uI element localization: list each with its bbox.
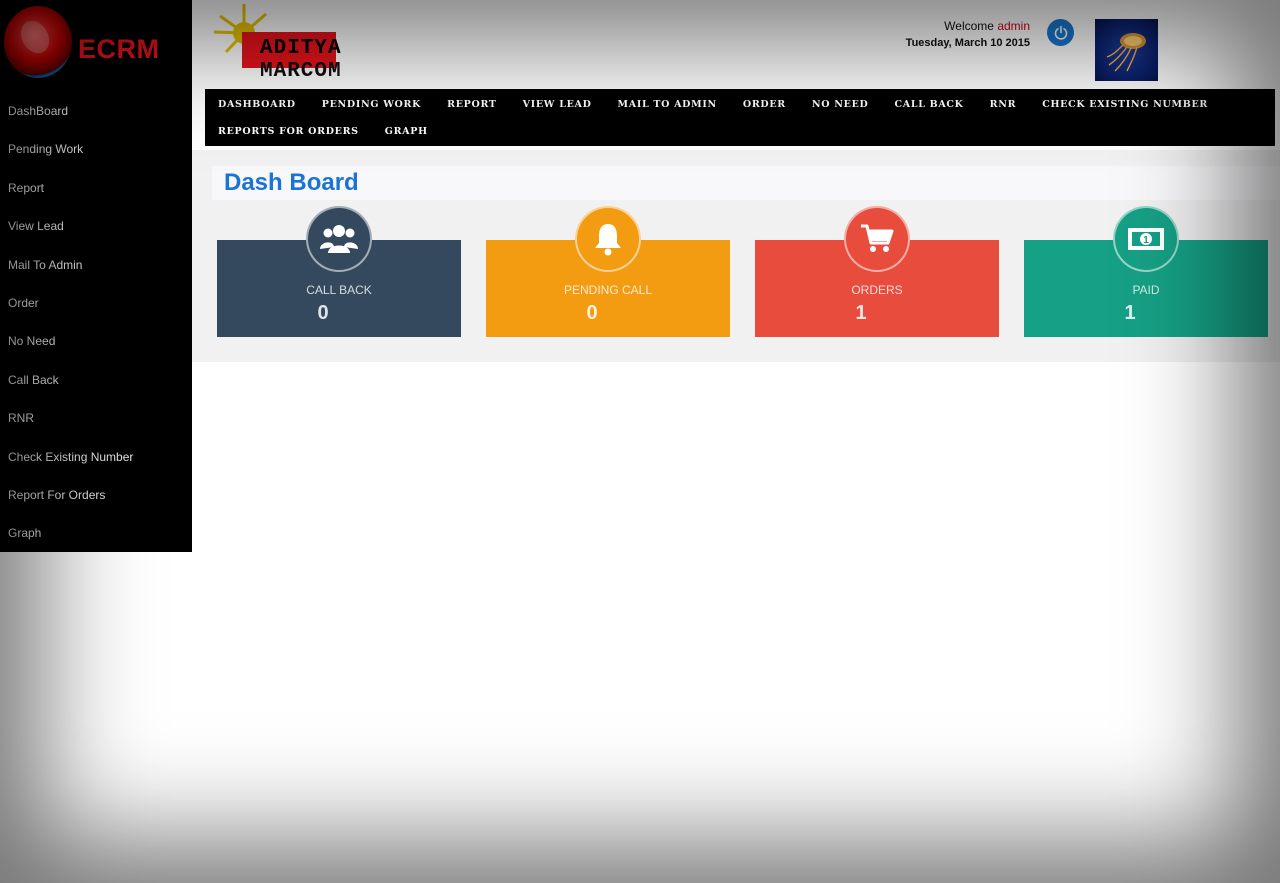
sidebar-item-pending-work[interactable]: Pending Work [0, 130, 192, 168]
logo-disc-icon [4, 6, 72, 78]
sidebar-item-check-existing-number[interactable]: Check Existing Number [0, 438, 192, 476]
ecrm-logo[interactable]: ECRM [0, 0, 192, 90]
sidebar-item-rnr[interactable]: RNR [0, 399, 192, 437]
logout-button[interactable] [1047, 19, 1074, 46]
nav-reports-for-orders[interactable]: REPORTS FOR ORDERS [205, 122, 372, 149]
nav-dashboard[interactable]: DASHBOARD [205, 95, 309, 122]
cart-icon [844, 206, 910, 272]
svg-text:1: 1 [1143, 235, 1149, 246]
card-label: ORDERS [851, 283, 903, 297]
nav-no-need[interactable]: NO NEED [799, 95, 882, 122]
jellyfish-image [1106, 33, 1146, 72]
avatar[interactable] [1095, 19, 1158, 81]
welcome-text: Welcome admin [944, 19, 1030, 33]
card-count: 0 [586, 302, 598, 324]
card-count: 1 [855, 302, 867, 324]
money-icon: 1 [1113, 206, 1179, 272]
brand-text: ADITYA MARCOM [260, 37, 432, 83]
sidebar: ECRM DashBoard Pending Work Report View … [0, 0, 192, 552]
users-icon [306, 206, 372, 272]
card-label: CALL BACK [306, 283, 372, 297]
card-label: PENDING CALL [563, 283, 653, 297]
brand-logo[interactable]: ADITYA MARCOM [212, 2, 432, 83]
sidebar-item-view-lead[interactable]: View Lead [0, 207, 192, 245]
nav-rnr[interactable]: RNR [977, 95, 1030, 122]
nav-pending-work[interactable]: PENDING WORK [309, 95, 434, 122]
sidebar-item-report[interactable]: Report [0, 169, 192, 207]
sidebar-item-dashboard[interactable]: DashBoard [0, 92, 192, 130]
brand-part1: ADITYA [260, 37, 342, 60]
brand-part2: MARCOM [260, 60, 342, 83]
card-count: 0 [317, 302, 329, 324]
card-paid[interactable]: 1 PAID 1 [1024, 206, 1268, 337]
nav-order[interactable]: ORDER [730, 95, 799, 122]
power-icon [1054, 25, 1067, 40]
sidebar-item-mail-to-admin[interactable]: Mail To Admin [0, 246, 192, 284]
nav-view-lead[interactable]: VIEW LEAD [510, 95, 605, 122]
nav-report[interactable]: REPORT [434, 95, 510, 122]
bell-icon [575, 206, 641, 272]
nav-call-back[interactable]: CALL BACK [881, 95, 976, 122]
current-date: Tuesday, March 10 2015 [905, 37, 1030, 49]
nav-graph[interactable]: GRAPH [372, 122, 441, 149]
sidebar-item-order[interactable]: Order [0, 284, 192, 322]
page-title: Dash Board [224, 169, 359, 196]
nav-check-existing-number[interactable]: CHECK EXISTING NUMBER [1029, 95, 1221, 122]
card-call-back[interactable]: CALL BACK 0 [217, 206, 461, 337]
sidebar-item-graph[interactable]: Graph [0, 514, 192, 552]
card-label: PAID [1132, 283, 1160, 297]
sidebar-menu: DashBoard Pending Work Report View Lead … [0, 92, 192, 553]
card-orders[interactable]: ORDERS 1 [755, 206, 999, 337]
header: ADITYA MARCOM Welcome admin Tuesday, Mar… [192, 0, 1280, 88]
logo-text: ECRM [78, 34, 160, 64]
title-bar: Dash Board [212, 166, 1280, 200]
welcome-prefix: Welcome [944, 19, 994, 33]
sidebar-item-report-for-orders[interactable]: Report For Orders [0, 476, 192, 514]
sidebar-item-no-need[interactable]: No Need [0, 322, 192, 360]
top-nav: DASHBOARD PENDING WORK REPORT VIEW LEAD … [205, 89, 1275, 146]
username-link[interactable]: admin [997, 19, 1030, 33]
card-pending-call[interactable]: PENDING CALL 0 [486, 206, 730, 337]
nav-mail-to-admin[interactable]: MAIL TO ADMIN [605, 95, 730, 122]
card-count: 1 [1124, 302, 1136, 324]
sidebar-item-call-back[interactable]: Call Back [0, 361, 192, 399]
dashboard-content: Dash Board CALL BACK 0 PENDING CALL 0 OR… [192, 150, 1280, 362]
